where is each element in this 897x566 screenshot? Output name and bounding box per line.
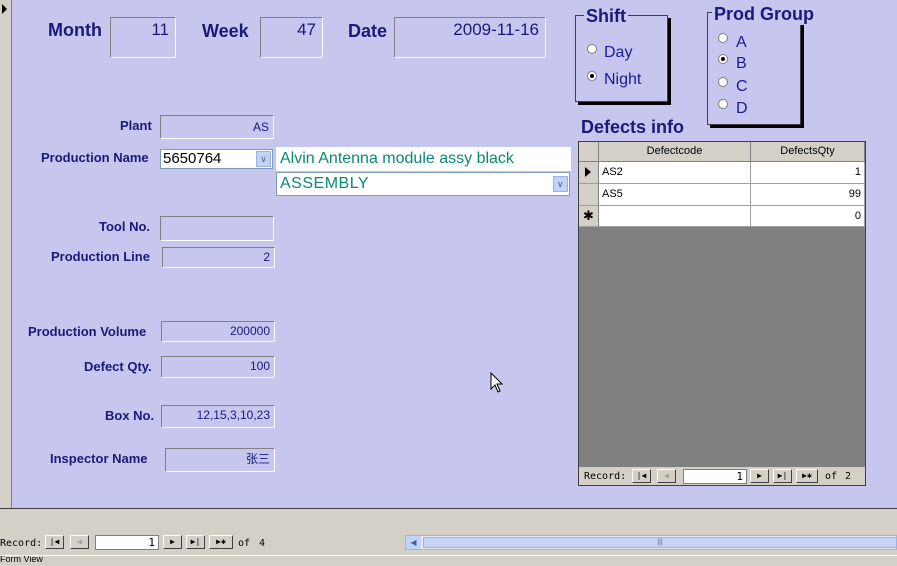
production-name-label: Production Name bbox=[41, 150, 149, 165]
shift-day-label: Day bbox=[604, 44, 633, 61]
date-label: Date bbox=[348, 21, 388, 41]
defect-qty-label: Defect Qty. bbox=[84, 359, 152, 374]
main-new-record-button[interactable]: ▶✱ bbox=[209, 535, 233, 549]
subform-of-label: of bbox=[825, 471, 838, 482]
scroll-thumb[interactable]: ||| bbox=[423, 537, 897, 548]
new-row-defectsqty[interactable]: 0 bbox=[751, 206, 865, 227]
table-row[interactable]: 1 bbox=[751, 162, 865, 184]
new-row-defectcode[interactable] bbox=[599, 206, 751, 227]
production-volume-field[interactable]: 200000 bbox=[161, 321, 275, 342]
main-record-label: Record: bbox=[0, 538, 43, 549]
production-name-dropdown-icon[interactable]: ∨ bbox=[256, 151, 271, 167]
status-bar: Form View bbox=[0, 555, 897, 566]
mouse-cursor-icon bbox=[490, 372, 504, 393]
production-name-combo[interactable]: 5650764 ∨ bbox=[160, 149, 273, 169]
prod-group-a-label: A bbox=[736, 34, 747, 51]
main-previous-record-button[interactable]: ◀ bbox=[70, 535, 89, 549]
process-combo[interactable]: ASSEMBLY ∨ bbox=[276, 172, 570, 196]
row-selector[interactable] bbox=[579, 184, 599, 206]
tool-no-field[interactable] bbox=[160, 216, 274, 241]
status-text: Form View bbox=[0, 555, 43, 564]
main-current-record-field[interactable]: 1 bbox=[95, 535, 159, 550]
week-field[interactable]: 47 bbox=[260, 17, 323, 58]
prod-group-b-radio[interactable] bbox=[718, 54, 728, 64]
inspector-name-field[interactable]: 张三 bbox=[165, 448, 275, 472]
subform-current-record-field[interactable]: 1 bbox=[683, 469, 747, 484]
next-record-button[interactable]: ▶ bbox=[750, 469, 769, 483]
shift-title: Shift bbox=[584, 6, 628, 27]
date-field[interactable]: 2009-11-16 bbox=[394, 17, 546, 58]
production-volume-label: Production Volume bbox=[28, 324, 147, 339]
col-header-defectsqty[interactable]: DefectsQty bbox=[751, 142, 865, 162]
inspector-name-label: Inspector Name bbox=[50, 451, 148, 466]
main-last-record-button[interactable]: ▶| bbox=[186, 535, 205, 549]
main-total-records: 4 bbox=[259, 538, 266, 549]
prod-group-c-label: C bbox=[736, 78, 748, 95]
current-record-arrow-icon bbox=[2, 4, 7, 14]
grid-corner bbox=[579, 142, 599, 162]
plant-field[interactable]: AS bbox=[160, 115, 274, 139]
main-first-record-button[interactable]: |◀ bbox=[45, 535, 64, 549]
record-selector[interactable] bbox=[0, 0, 12, 508]
subform-record-navigation: Record: |◀ ◀ 1 ▶ ▶| ▶✱ of 2 bbox=[579, 467, 865, 485]
main-of-label: of bbox=[238, 538, 251, 549]
table-row[interactable]: AS5 bbox=[599, 184, 751, 206]
production-line-field[interactable]: 2 bbox=[162, 247, 275, 268]
shift-night-radio[interactable] bbox=[587, 71, 597, 81]
shift-day-radio[interactable] bbox=[587, 44, 597, 54]
subform-total-records: 2 bbox=[845, 471, 852, 482]
process-dropdown-icon[interactable]: ∨ bbox=[553, 176, 568, 192]
prod-group-c-radio[interactable] bbox=[718, 77, 728, 87]
shift-night-label: Night bbox=[604, 71, 642, 88]
new-record-icon[interactable]: ✱ bbox=[579, 206, 599, 227]
box-no-label: Box No. bbox=[105, 408, 155, 423]
prod-group-title: Prod Group bbox=[712, 4, 816, 25]
scroll-left-icon[interactable]: ◀ bbox=[406, 536, 421, 549]
subform-record-label: Record: bbox=[584, 471, 627, 482]
horizontal-scrollbar[interactable]: ◀ ||| bbox=[405, 535, 897, 550]
form-bottom-edge bbox=[0, 508, 897, 509]
prod-group-d-label: D bbox=[736, 100, 748, 117]
new-record-button[interactable]: ▶✱ bbox=[796, 469, 818, 483]
defects-subform: Defectcode DefectsQty AS2 1 AS5 99 ✱ 0 R… bbox=[578, 141, 866, 486]
prod-group-d-radio[interactable] bbox=[718, 99, 728, 109]
defect-qty-field[interactable]: 100 bbox=[161, 356, 275, 378]
main-next-record-button[interactable]: ▶ bbox=[163, 535, 182, 549]
defects-info-title: Defects info bbox=[581, 117, 685, 137]
current-row-arrow-icon bbox=[585, 167, 591, 177]
box-no-field[interactable]: 12,15,3,10,23 bbox=[161, 405, 275, 428]
last-record-button[interactable]: ▶| bbox=[773, 469, 792, 483]
tool-no-label: Tool No. bbox=[99, 219, 151, 234]
col-header-defectcode[interactable]: Defectcode bbox=[599, 142, 751, 162]
table-row[interactable]: AS2 bbox=[599, 162, 751, 184]
plant-label: Plant bbox=[120, 118, 152, 133]
prod-group-a-radio[interactable] bbox=[718, 33, 728, 43]
month-field[interactable]: 11 bbox=[110, 17, 176, 58]
production-desc-field[interactable]: Alvin Antenna module assy black bbox=[276, 147, 571, 171]
month-label: Month bbox=[48, 20, 102, 40]
row-selector-current[interactable] bbox=[579, 162, 599, 184]
week-label: Week bbox=[202, 21, 249, 41]
process-value: ASSEMBLY bbox=[280, 175, 370, 192]
production-name-value: 5650764 bbox=[163, 150, 222, 167]
main-record-navigation: Record: |◀ ◀ 1 ▶ ▶| ▶✱ of 4 bbox=[0, 533, 404, 553]
table-row[interactable]: 99 bbox=[751, 184, 865, 206]
prod-group-b-label: B bbox=[736, 55, 747, 72]
first-record-button[interactable]: |◀ bbox=[632, 469, 651, 483]
previous-record-button[interactable]: ◀ bbox=[657, 469, 676, 483]
production-line-label: Production Line bbox=[51, 249, 150, 264]
